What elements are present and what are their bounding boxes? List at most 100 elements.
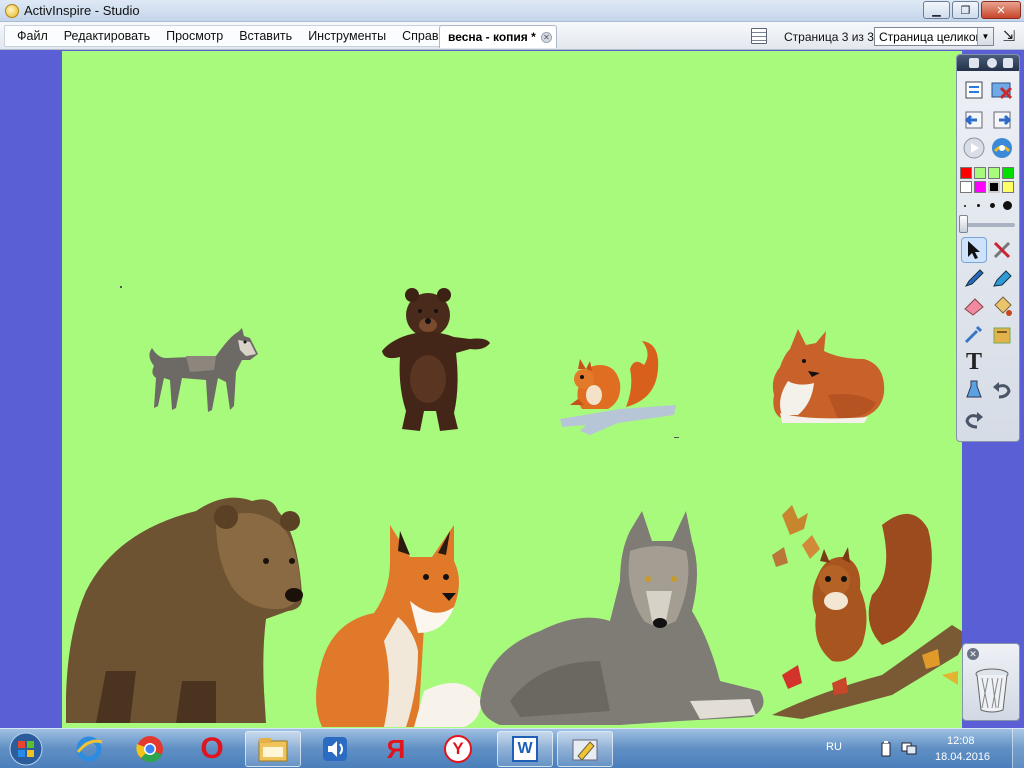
menu-tools[interactable]: Инструменты xyxy=(300,26,394,46)
undo-icon[interactable] xyxy=(989,377,1015,403)
show-desktop-button[interactable] xyxy=(1012,729,1024,768)
close-icon[interactable]: ✕ xyxy=(967,648,979,660)
yandex-browser-taskbar-button[interactable]: Y xyxy=(430,731,486,767)
word-glyph: W xyxy=(517,740,533,757)
color-swatch-green[interactable] xyxy=(1002,167,1014,179)
close-button[interactable]: ✕ xyxy=(981,1,1021,19)
file-manager-icon xyxy=(258,738,288,762)
play-icon[interactable] xyxy=(961,135,987,161)
color-swatch-light-green[interactable] xyxy=(974,167,986,179)
pen-width-1[interactable] xyxy=(964,205,966,207)
eraser-icon[interactable] xyxy=(961,293,987,319)
large-bear-image[interactable] xyxy=(66,491,306,728)
close-tab-icon[interactable]: ✕ xyxy=(541,32,552,43)
small-wolf-image[interactable] xyxy=(146,326,258,418)
main-menu: Файл Редактировать Просмотр Вставить Инс… xyxy=(4,25,465,47)
select-icon[interactable] xyxy=(961,237,987,263)
internet-explorer-icon xyxy=(76,736,103,762)
zoom-select[interactable]: Страница целиком ▼ xyxy=(874,27,994,46)
toolbox-header[interactable] xyxy=(957,55,1019,71)
small-squirrel-image[interactable] xyxy=(560,339,678,443)
pen-icon[interactable] xyxy=(961,265,987,291)
window-title: ActivInspire - Studio xyxy=(24,3,140,18)
pen-width-slider[interactable] xyxy=(961,223,1015,227)
menu-insert[interactable]: Вставить xyxy=(231,26,300,46)
pen-width-2[interactable] xyxy=(977,204,980,207)
file-manager-taskbar-button[interactable] xyxy=(245,731,301,767)
color-swatch-light-green[interactable] xyxy=(988,167,1000,179)
opera-icon: O xyxy=(200,732,224,765)
chevron-down-icon[interactable]: ▼ xyxy=(977,28,993,45)
resource-library-icon[interactable] xyxy=(989,135,1015,161)
main-toolbox: T xyxy=(956,54,1020,442)
yandex-browser-icon: Y xyxy=(444,735,472,763)
yandex-browser-glyph: Y xyxy=(452,739,464,758)
title-bar: ActivInspire - Studio ▁ ❐ ✕ xyxy=(0,0,1024,22)
battery-icon[interactable] xyxy=(878,741,894,757)
network-icon[interactable] xyxy=(900,741,918,757)
browsers-icon[interactable] xyxy=(989,77,1015,103)
word-icon: W xyxy=(512,736,538,762)
document-tab-label: весна - копия * xyxy=(448,30,536,44)
speaker-icon xyxy=(323,737,347,761)
menu-bar: Файл Редактировать Просмотр Вставить Инс… xyxy=(0,22,1024,50)
language-indicator[interactable]: RU xyxy=(826,741,842,753)
color-swatch-magenta[interactable] xyxy=(974,181,986,193)
color-swatch-yellow[interactable] xyxy=(1002,181,1014,193)
opera-taskbar-button[interactable]: O xyxy=(184,731,240,767)
small-bear-image[interactable] xyxy=(380,287,492,435)
toolbox-menu-icon[interactable] xyxy=(969,58,979,68)
toolbox-collapse-icon[interactable] xyxy=(987,58,997,68)
menu-file[interactable]: Файл xyxy=(9,26,56,46)
pen-width-4[interactable] xyxy=(1003,201,1012,210)
pen-width-3[interactable] xyxy=(990,203,995,208)
yandex-taskbar-button[interactable]: Я xyxy=(368,731,424,767)
clock-date[interactable]: 18.04.2016 xyxy=(935,751,990,763)
document-tab[interactable]: весна - копия * ✕ xyxy=(439,25,557,48)
yandex-icon: Я xyxy=(386,733,406,764)
minimize-button[interactable]: ▁ xyxy=(923,1,950,19)
large-squirrel-image[interactable] xyxy=(762,505,962,725)
large-fox-image[interactable] xyxy=(314,521,482,728)
clear-icon[interactable] xyxy=(961,377,987,403)
previous-page-icon[interactable] xyxy=(961,107,987,133)
large-wolf-image[interactable] xyxy=(480,511,770,728)
pen-width-slider-thumb[interactable] xyxy=(959,215,968,233)
clock-time[interactable]: 12:08 xyxy=(947,735,975,747)
tools-icon[interactable] xyxy=(989,237,1015,263)
small-fox-image[interactable] xyxy=(768,325,886,425)
flipchart-canvas[interactable] xyxy=(62,51,962,728)
activinspire-app-icon xyxy=(5,4,19,18)
color-swatch-black[interactable] xyxy=(988,181,1000,193)
maximize-button[interactable]: ❐ xyxy=(952,1,979,19)
activinspire-icon xyxy=(572,739,598,761)
fill-icon[interactable] xyxy=(989,293,1015,319)
color-swatch-white[interactable] xyxy=(960,181,972,193)
trash-bin-icon[interactable] xyxy=(974,666,1010,714)
chrome-icon xyxy=(136,736,163,763)
menu-edit[interactable]: Редактировать xyxy=(56,26,158,46)
menu-view[interactable]: Просмотр xyxy=(158,26,231,46)
zoom-value: Страница целиком xyxy=(879,30,984,44)
color-swatch-red[interactable] xyxy=(960,167,972,179)
word-taskbar-button[interactable]: W xyxy=(497,731,553,767)
next-page-icon[interactable] xyxy=(989,107,1015,133)
color-picker-icon[interactable] xyxy=(961,321,987,347)
activinspire-taskbar-button[interactable] xyxy=(557,731,613,767)
page-counter: Страница 3 из 3 xyxy=(784,30,874,44)
trash-panel: ✕ xyxy=(962,643,1020,721)
page-sorter-icon[interactable] xyxy=(751,28,767,44)
toolbox-dock-icon[interactable] xyxy=(1003,58,1013,68)
start-button[interactable] xyxy=(4,730,52,768)
stray-mark xyxy=(120,286,122,288)
speaker-taskbar-button[interactable] xyxy=(307,731,363,767)
chrome-taskbar-button[interactable] xyxy=(122,731,178,767)
highlighter-icon[interactable] xyxy=(989,265,1015,291)
text-icon[interactable]: T xyxy=(961,349,987,375)
collapse-arrows-icon[interactable]: ⇲ xyxy=(998,27,1020,46)
taskbar: O Я Y W RU 12:08 18.04.2016 xyxy=(0,728,1024,768)
redo-icon[interactable] xyxy=(961,407,987,433)
internet-explorer-taskbar-button[interactable] xyxy=(61,731,117,767)
clipboard-icon[interactable] xyxy=(989,321,1015,347)
main-menu-icon[interactable] xyxy=(961,77,987,103)
